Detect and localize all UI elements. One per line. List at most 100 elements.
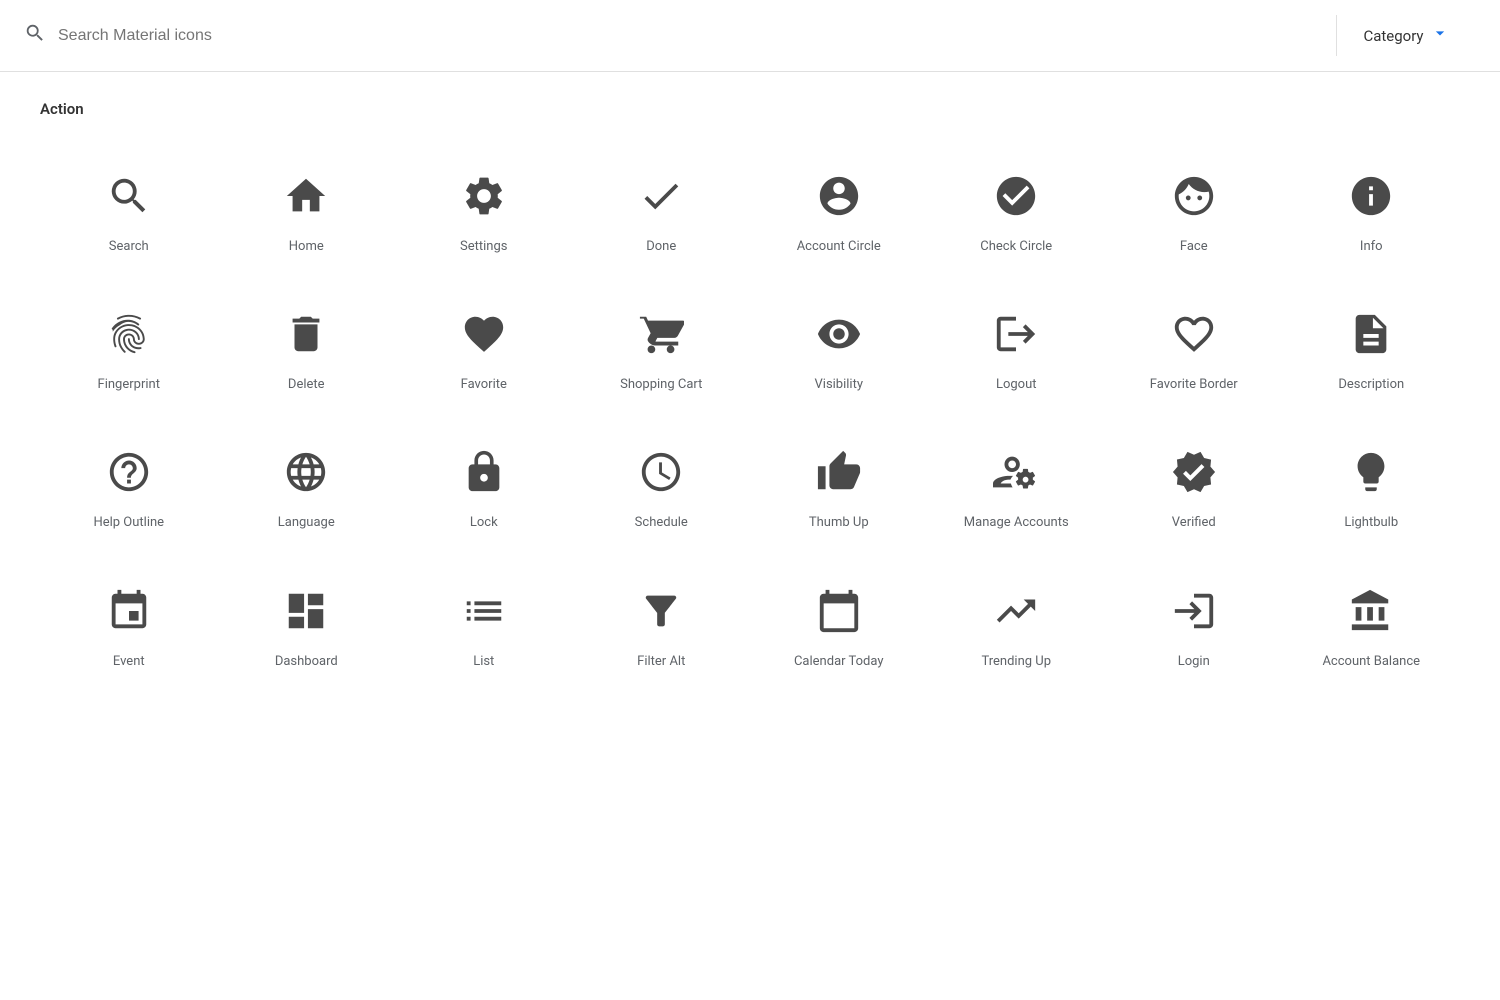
icon-label-search: Search [109, 238, 149, 256]
icon-item-thumb-up[interactable]: Thumb Up [750, 418, 928, 556]
icon-label-filter-alt: Filter Alt [637, 653, 685, 671]
icon-label-info: Info [1360, 238, 1383, 256]
icon-label-account-circle: Account Circle [797, 238, 881, 256]
icon-item-login[interactable]: Login [1105, 557, 1283, 695]
icon-item-manage-accounts[interactable]: Manage Accounts [928, 418, 1106, 556]
delete-icon [280, 308, 332, 360]
list-icon [458, 585, 510, 637]
info-icon [1345, 170, 1397, 222]
help-outline-icon [103, 446, 155, 498]
icon-label-help-outline: Help Outline [93, 514, 164, 532]
search-input[interactable] [58, 27, 458, 45]
icon-item-schedule[interactable]: Schedule [573, 418, 751, 556]
icon-item-shopping-cart[interactable]: Shopping Cart [573, 280, 751, 418]
icon-item-list[interactable]: List [395, 557, 573, 695]
login-icon [1168, 585, 1220, 637]
account-balance-icon [1345, 585, 1397, 637]
icon-label-favorite: Favorite [461, 376, 507, 394]
icon-item-calendar-today[interactable]: Calendar Today [750, 557, 928, 695]
icon-item-dashboard[interactable]: Dashboard [218, 557, 396, 695]
section-title: Action [40, 100, 1460, 118]
icon-label-thumb-up: Thumb Up [809, 514, 869, 532]
icon-item-help-outline[interactable]: Help Outline [40, 418, 218, 556]
icon-item-info[interactable]: Info [1283, 142, 1461, 280]
icon-item-trending-up[interactable]: Trending Up [928, 557, 1106, 695]
shopping-cart-icon [635, 308, 687, 360]
verified-icon [1168, 446, 1220, 498]
content: Action Search Home Settings [0, 72, 1500, 723]
icon-label-shopping-cart: Shopping Cart [620, 376, 702, 394]
description-icon [1345, 308, 1397, 360]
icon-label-favorite-border: Favorite Border [1150, 376, 1238, 394]
icon-item-home[interactable]: Home [218, 142, 396, 280]
icon-item-logout[interactable]: Logout [928, 280, 1106, 418]
icon-label-logout: Logout [996, 376, 1037, 394]
icon-item-settings[interactable]: Settings [395, 142, 573, 280]
calendar-today-icon [813, 585, 865, 637]
icon-item-event[interactable]: Event [40, 557, 218, 695]
icon-item-account-balance[interactable]: Account Balance [1283, 557, 1461, 695]
icon-label-login: Login [1178, 653, 1210, 671]
icon-item-description[interactable]: Description [1283, 280, 1461, 418]
icon-item-delete[interactable]: Delete [218, 280, 396, 418]
event-icon [103, 585, 155, 637]
icon-item-visibility[interactable]: Visibility [750, 280, 928, 418]
logout-icon [990, 308, 1042, 360]
icon-item-search[interactable]: Search [40, 142, 218, 280]
chevron-down-icon [1430, 23, 1450, 48]
icon-item-language[interactable]: Language [218, 418, 396, 556]
icon-label-account-balance: Account Balance [1322, 653, 1420, 671]
icon-label-language: Language [278, 514, 335, 532]
lightbulb-icon [1345, 446, 1397, 498]
account-circle-icon [813, 170, 865, 222]
icon-item-favorite[interactable]: Favorite [395, 280, 573, 418]
icon-item-lock[interactable]: Lock [395, 418, 573, 556]
thumb-up-icon [813, 446, 865, 498]
icon-item-check-circle[interactable]: Check Circle [928, 142, 1106, 280]
icon-item-done[interactable]: Done [573, 142, 751, 280]
face-icon [1168, 170, 1220, 222]
schedule-icon [635, 446, 687, 498]
icon-item-fingerprint[interactable]: Fingerprint [40, 280, 218, 418]
search-area [24, 22, 1336, 50]
icon-item-filter-alt[interactable]: Filter Alt [573, 557, 751, 695]
icon-label-lock: Lock [470, 514, 498, 532]
icon-label-schedule: Schedule [635, 514, 688, 532]
icon-label-trending-up: Trending Up [981, 653, 1051, 671]
icon-item-favorite-border[interactable]: Favorite Border [1105, 280, 1283, 418]
category-dropdown[interactable]: Category [1336, 15, 1476, 56]
manage-accounts-icon [990, 446, 1042, 498]
lock-icon [458, 446, 510, 498]
favorite-border-icon [1168, 308, 1220, 360]
icon-item-face[interactable]: Face [1105, 142, 1283, 280]
icon-label-settings: Settings [460, 238, 507, 256]
icon-label-dashboard: Dashboard [275, 653, 338, 671]
icon-label-check-circle: Check Circle [980, 238, 1052, 256]
icon-label-done: Done [646, 238, 676, 256]
icon-item-verified[interactable]: Verified [1105, 418, 1283, 556]
icon-label-description: Description [1338, 376, 1404, 394]
icon-item-account-circle[interactable]: Account Circle [750, 142, 928, 280]
header: Category [0, 0, 1500, 72]
dashboard-icon [280, 585, 332, 637]
icon-label-list: List [473, 653, 494, 671]
search-icon-header [24, 22, 46, 50]
trending-up-icon [990, 585, 1042, 637]
visibility-icon [813, 308, 865, 360]
icon-label-home: Home [289, 238, 324, 256]
icon-label-visibility: Visibility [815, 376, 864, 394]
icon-label-fingerprint: Fingerprint [98, 376, 160, 394]
icon-label-calendar-today: Calendar Today [794, 653, 884, 671]
home-icon [280, 170, 332, 222]
icon-label-face: Face [1180, 238, 1208, 256]
category-label: Category [1363, 27, 1423, 45]
filter-alt-icon [635, 585, 687, 637]
icon-label-verified: Verified [1172, 514, 1216, 532]
icon-label-manage-accounts: Manage Accounts [964, 514, 1069, 532]
fingerprint-icon [103, 308, 155, 360]
icon-item-lightbulb[interactable]: Lightbulb [1283, 418, 1461, 556]
done-icon [635, 170, 687, 222]
check-circle-icon [990, 170, 1042, 222]
settings-icon [458, 170, 510, 222]
icon-label-lightbulb: Lightbulb [1344, 514, 1398, 532]
